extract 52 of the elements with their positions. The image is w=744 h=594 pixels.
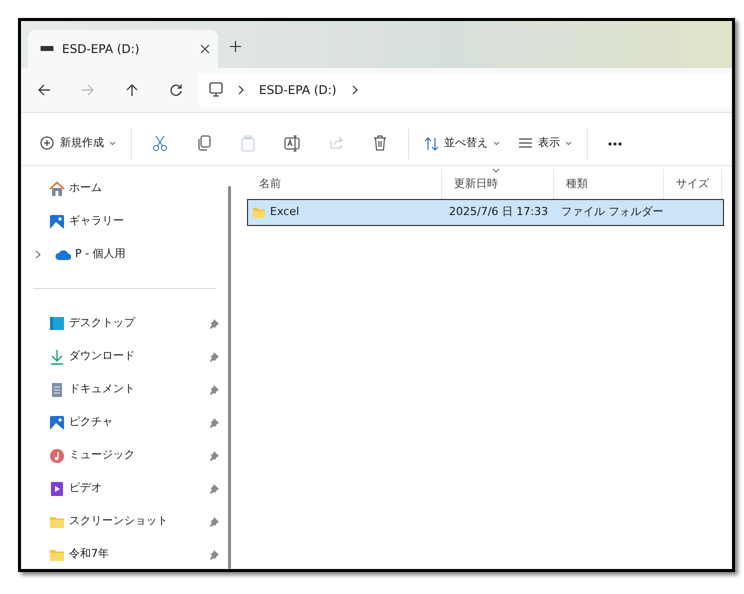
folder-icon [252, 206, 266, 219]
up-icon [125, 83, 139, 97]
sidebar-item[interactable]: ドキュメント [21, 373, 226, 406]
close-icon[interactable] [200, 44, 210, 54]
sidebar-item[interactable]: ギャラリー [21, 205, 226, 238]
plus-icon [230, 41, 241, 52]
copy-icon [196, 135, 212, 152]
video-icon [49, 480, 65, 496]
home-icon [49, 180, 65, 196]
sidebar-item[interactable]: 令和7年 [21, 538, 226, 569]
rename-icon [284, 135, 300, 152]
sidebar-item[interactable]: デスクトップ [21, 307, 226, 340]
breadcrumb-item[interactable]: ESD-EPA (D:) [259, 81, 336, 99]
caret-icon [109, 141, 116, 146]
chevron-icon[interactable] [237, 85, 245, 95]
file-row[interactable]: Excel 2025/7/6 日 17:33 ファイル フォルダー [247, 199, 724, 226]
refresh-icon [169, 83, 183, 97]
computer-icon [209, 82, 223, 98]
forward-icon [81, 83, 95, 97]
new-icon [40, 136, 55, 152]
modified-date: 2025/7/6 日 17:33 [449, 205, 548, 218]
gallery-icon [49, 214, 65, 230]
more-icon [608, 142, 622, 146]
sidebar-item[interactable]: ホーム [21, 172, 226, 205]
caret-icon [565, 141, 572, 146]
tab[interactable]: ESD-EPA (D:) [28, 30, 218, 68]
toolbar-menu-button[interactable]: 並べ替え [417, 131, 507, 156]
expand-chevron-icon[interactable] [35, 250, 41, 259]
sidebar-item[interactable]: ピクチャ [21, 406, 226, 439]
toolbar-menu-button[interactable]: 表示 [511, 131, 579, 156]
scrollbar[interactable] [228, 186, 231, 569]
sidebar-item[interactable]: ダウンロード [21, 340, 226, 373]
delete-icon [372, 135, 388, 152]
caret-icon [493, 141, 500, 146]
chevron-icon[interactable] [350, 85, 358, 95]
file-name: Excel [270, 204, 300, 220]
sidebar-item[interactable]: ビデオ [21, 472, 226, 505]
file-type: ファイル フォルダー [561, 205, 664, 218]
drive-icon [40, 45, 54, 53]
back-icon [37, 83, 51, 97]
paste-icon [240, 135, 256, 152]
picture-icon [49, 414, 65, 430]
sidebar-item[interactable]: スクリーンショット [21, 505, 226, 538]
sidebar-item[interactable]: ミュージック [21, 439, 226, 472]
desktop-icon [49, 316, 65, 332]
download-icon [49, 348, 65, 364]
music-icon [49, 448, 65, 464]
sidebar-item[interactable]: P - 個人用 [21, 238, 226, 271]
document-icon [49, 382, 65, 398]
toolbar-menu-button[interactable]: 新規作成 [33, 131, 123, 156]
sort-icon [424, 136, 439, 152]
cut-icon [152, 135, 168, 152]
